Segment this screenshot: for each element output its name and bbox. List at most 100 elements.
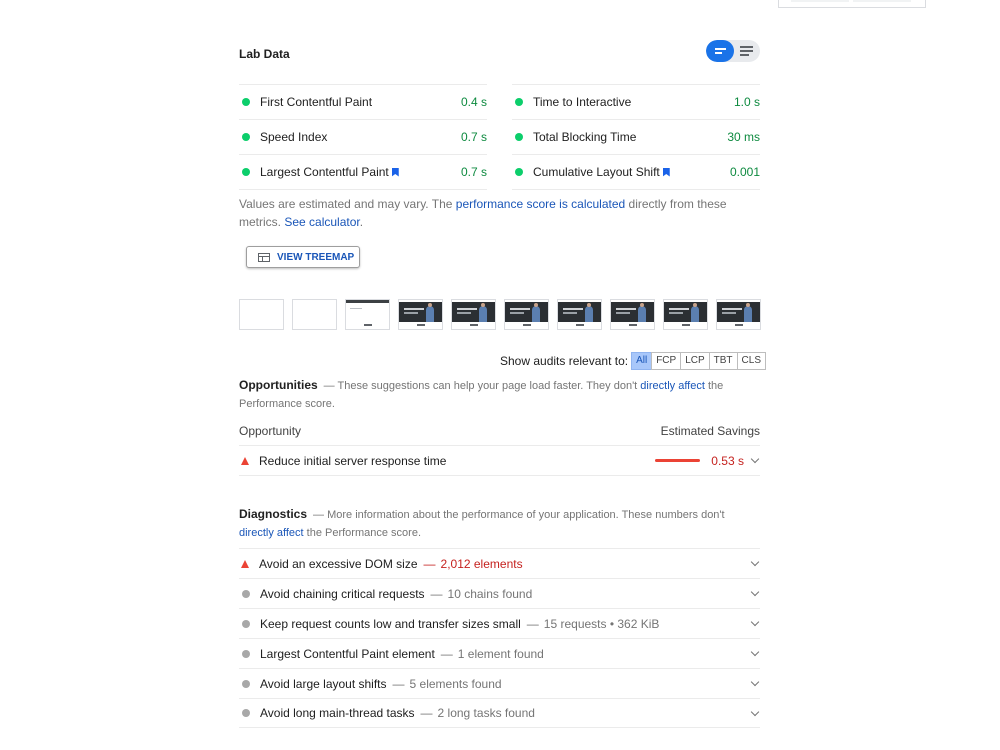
info-dot-icon	[242, 679, 250, 688]
filmstrip-frame	[239, 299, 284, 330]
metrics-view-toggle[interactable]	[706, 40, 760, 62]
top-panel-segment	[791, 0, 849, 2]
metric-cumulative-layout-shift: Cumulative Layout Shift 0.001	[512, 154, 760, 190]
diagnostic-title: Avoid long main-thread tasks	[260, 706, 415, 720]
diagnostics-header: Diagnostics — More information about the …	[239, 507, 725, 539]
chevron-down-icon[interactable]	[750, 647, 760, 657]
metric-value: 0.4 s	[460, 95, 487, 109]
info-dot-icon	[242, 709, 250, 717]
filmstrip-frame	[716, 299, 761, 330]
fail-triangle-icon	[241, 559, 249, 568]
metric-name: Total Blocking Time	[533, 130, 637, 144]
bookmark-icon	[391, 167, 399, 177]
metrics-column-right: Time to Interactive 1.0 s Total Blocking…	[512, 84, 760, 190]
pass-dot-icon	[515, 133, 523, 141]
metric-largest-contentful-paint: Largest Contentful Paint 0.7 s	[239, 154, 487, 190]
filter-chip-fcp[interactable]: FCP	[651, 352, 682, 370]
chevron-down-icon[interactable]	[750, 677, 760, 687]
diagnostic-detail: 10 chains found	[447, 586, 533, 601]
chevron-down-icon[interactable]	[750, 557, 760, 567]
top-panel-fragment	[778, 0, 926, 8]
diagnostic-detail: 2 long tasks found	[437, 706, 535, 720]
expanded-view-toggle-button[interactable]	[734, 40, 760, 62]
diagnostic-lcp-element[interactable]: Largest Contentful Paint element — 1 ele…	[239, 638, 760, 668]
metric-name: Largest Contentful Paint	[260, 165, 461, 179]
summary-view-toggle-button[interactable]	[706, 40, 734, 62]
metric-value: 1.0 s	[733, 95, 760, 109]
diagnostic-detail: 5 elements found	[409, 676, 502, 691]
pass-dot-icon	[515, 168, 523, 176]
diagnostic-title: Keep request counts low and transfer siz…	[260, 616, 521, 631]
diagnostic-critical-requests[interactable]: Avoid chaining critical requests — 10 ch…	[239, 578, 760, 608]
diagnostic-layout-shifts[interactable]: Avoid large layout shifts — 5 elements f…	[239, 668, 760, 698]
diagnostic-title: Avoid chaining critical requests	[260, 586, 425, 601]
bookmark-icon	[662, 167, 670, 177]
metrics-note: Values are estimated and may vary. The p…	[239, 197, 727, 229]
opportunity-column-header: Opportunity	[239, 424, 302, 438]
diagnostics-list: Avoid an excessive DOM size — 2,012 elem…	[239, 548, 760, 728]
filmstrip-frame	[398, 299, 443, 330]
metric-value: 0.7 s	[460, 130, 487, 144]
fail-triangle-icon	[241, 456, 249, 465]
view-treemap-label: VIEW TREEMAP	[277, 251, 355, 263]
diagnostic-title: Avoid an excessive DOM size	[259, 556, 418, 571]
opportunity-title: Reduce initial server response time	[259, 453, 447, 468]
diagnostic-request-counts[interactable]: Keep request counts low and transfer siz…	[239, 608, 760, 638]
info-dot-icon	[242, 619, 250, 628]
directly-affect-link[interactable]: directly affect	[239, 527, 304, 539]
filter-chip-lcp[interactable]: LCP	[680, 352, 710, 370]
filter-chip-cls[interactable]: CLS	[736, 352, 766, 370]
metric-name: Speed Index	[260, 130, 328, 144]
pass-dot-icon	[242, 133, 250, 141]
metric-value: 0.001	[729, 165, 760, 179]
pass-dot-icon	[242, 98, 250, 106]
directly-affect-link[interactable]: directly affect	[640, 380, 705, 392]
filmstrip-frame	[663, 299, 708, 330]
info-dot-icon	[242, 589, 250, 598]
audit-filter-chips: All FCP LCP TBT CLS	[631, 352, 766, 370]
metric-value: 30 ms	[727, 130, 760, 144]
metric-value: 0.7 s	[460, 165, 487, 179]
diagnostic-detail: 1 element found	[457, 646, 544, 661]
metric-first-contentful-paint: First Contentful Paint 0.4 s	[239, 84, 487, 119]
diagnostic-title: Avoid large layout shifts	[260, 676, 387, 691]
metric-time-to-interactive: Time to Interactive 1.0 s	[512, 84, 760, 119]
metric-total-blocking-time: Total Blocking Time 30 ms	[512, 119, 760, 154]
estimated-savings-column-header: Estimated Savings	[660, 424, 760, 438]
audit-filter-label: Show audits relevant to:	[500, 354, 629, 368]
diagnostic-title: Largest Contentful Paint element	[260, 646, 435, 661]
filmstrip-frame	[504, 299, 549, 330]
metric-name: First Contentful Paint	[260, 95, 373, 109]
info-dot-icon	[242, 649, 250, 658]
filmstrip-frame	[345, 299, 390, 330]
top-panel-segment	[853, 0, 911, 2]
see-calculator-link[interactable]: See calculator	[284, 215, 359, 229]
audit-filter: Show audits relevant to: All FCP LCP TBT…	[500, 352, 766, 370]
view-treemap-button[interactable]: VIEW TREEMAP	[246, 246, 360, 268]
performance-score-link[interactable]: performance score is calculated	[456, 197, 625, 211]
chevron-down-icon[interactable]	[750, 454, 760, 464]
diagnostic-detail: 2,012 elements	[440, 556, 523, 571]
lab-data-title: Lab Data	[239, 47, 290, 61]
filmstrip-frame	[451, 299, 496, 330]
filter-chip-tbt[interactable]: TBT	[708, 352, 738, 370]
savings-bar	[655, 459, 701, 462]
filmstrip-frame	[557, 299, 602, 330]
savings-value: 0.53 s	[711, 453, 744, 468]
filter-chip-all[interactable]: All	[631, 352, 653, 370]
diagnostics-title: Diagnostics	[239, 507, 308, 521]
diagnostic-detail: 15 requests • 362 KiB	[543, 616, 660, 631]
diagnostic-dom-size[interactable]: Avoid an excessive DOM size — 2,012 elem…	[239, 548, 760, 578]
opportunities-title: Opportunities	[239, 378, 318, 392]
filmstrip-frame	[292, 299, 337, 330]
pass-dot-icon	[515, 98, 523, 106]
diagnostic-long-tasks[interactable]: Avoid long main-thread tasks — 2 long ta…	[239, 698, 760, 728]
opportunity-server-response-time[interactable]: Reduce initial server response time 0.53…	[239, 446, 760, 476]
pass-dot-icon	[242, 168, 250, 176]
chevron-down-icon[interactable]	[750, 707, 760, 716]
metric-speed-index: Speed Index 0.7 s	[239, 119, 487, 154]
chevron-down-icon[interactable]	[750, 587, 760, 597]
chevron-down-icon[interactable]	[750, 617, 760, 627]
metric-name: Time to Interactive	[533, 95, 632, 109]
opportunity-table-header: Opportunity Estimated Savings	[239, 424, 760, 446]
